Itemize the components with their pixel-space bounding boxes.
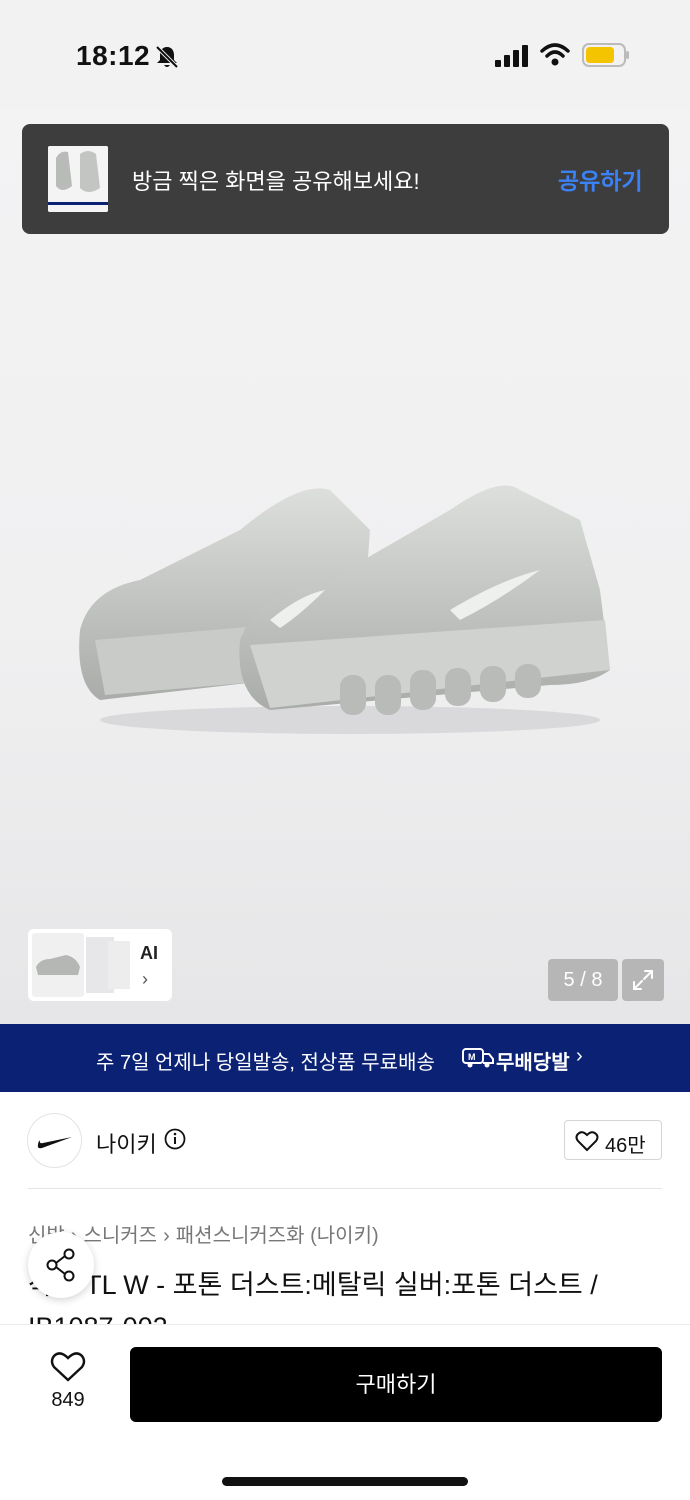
chevron-right-icon: ›	[576, 1045, 583, 1067]
expand-icon	[633, 970, 653, 990]
promo-text: 주 7일 언제나 당일발송, 전상품 무료배송	[96, 1052, 435, 1074]
brand-like-button[interactable]: 46만	[564, 1120, 662, 1160]
chevron-right-icon: ›	[163, 1225, 170, 1247]
brand-like-count: 46만	[605, 1135, 646, 1157]
share-icon	[46, 1248, 75, 1282]
truck-icon: M	[462, 1048, 494, 1068]
info-icon[interactable]	[164, 1128, 186, 1150]
promo-banner[interactable]: 주 7일 언제나 당일발송, 전상품 무료배송 M 무배당발 ›	[0, 1024, 690, 1092]
expand-button[interactable]	[622, 959, 664, 1001]
gallery-thumbnail[interactable]	[108, 941, 130, 989]
status-bar: 18:12	[0, 0, 690, 110]
ai-label: AI	[140, 943, 158, 963]
battery-icon	[582, 43, 629, 67]
brand-name[interactable]: 나이키	[96, 1127, 157, 1159]
signal-icon	[495, 45, 528, 67]
brand-logo[interactable]	[27, 1113, 82, 1168]
toast-share-button[interactable]: 공유하기	[558, 162, 643, 196]
gallery-thumbnail[interactable]	[32, 933, 84, 997]
image-page-counter: 5 / 8	[548, 959, 618, 1001]
gallery-thumbnail-strip[interactable]: AI ›	[28, 929, 172, 1001]
chevron-right-icon: ›	[142, 969, 148, 989]
divider	[28, 1188, 662, 1189]
toast-screenshot-thumbnail	[48, 146, 108, 212]
breadcrumb-item[interactable]: 패션스니커즈화 (나이키)	[176, 1225, 379, 1247]
nike-logo	[37, 1137, 72, 1149]
share-toast: 방금 찍은 화면을 공유해보세요! 공유하기	[22, 124, 669, 234]
home-indicator	[222, 1477, 468, 1486]
breadcrumb-item[interactable]: 스니커즈	[83, 1225, 157, 1247]
bottom-action-bar: 849 구매하기	[0, 1324, 690, 1500]
status-time: 18:12	[76, 40, 151, 71]
product-title: 샥스 TL W - 포톤 더스트:메탈릭 실버:포톤 더스트 / IB1087-…	[28, 1270, 598, 1326]
svg-text:M: M	[468, 1052, 476, 1062]
product-image	[79, 485, 610, 734]
promo-badge: 무배당발	[496, 1052, 570, 1074]
buy-button[interactable]: 구매하기	[130, 1347, 662, 1422]
heart-icon[interactable]	[50, 1351, 86, 1383]
share-button[interactable]	[28, 1232, 94, 1298]
heart-icon	[575, 1131, 599, 1152]
toast-message: 방금 찍은 화면을 공유해보세요!	[132, 169, 420, 194]
wishlist-count: 849	[51, 1389, 85, 1411]
bell-slash-icon	[155, 45, 179, 69]
wifi-icon	[540, 43, 570, 66]
